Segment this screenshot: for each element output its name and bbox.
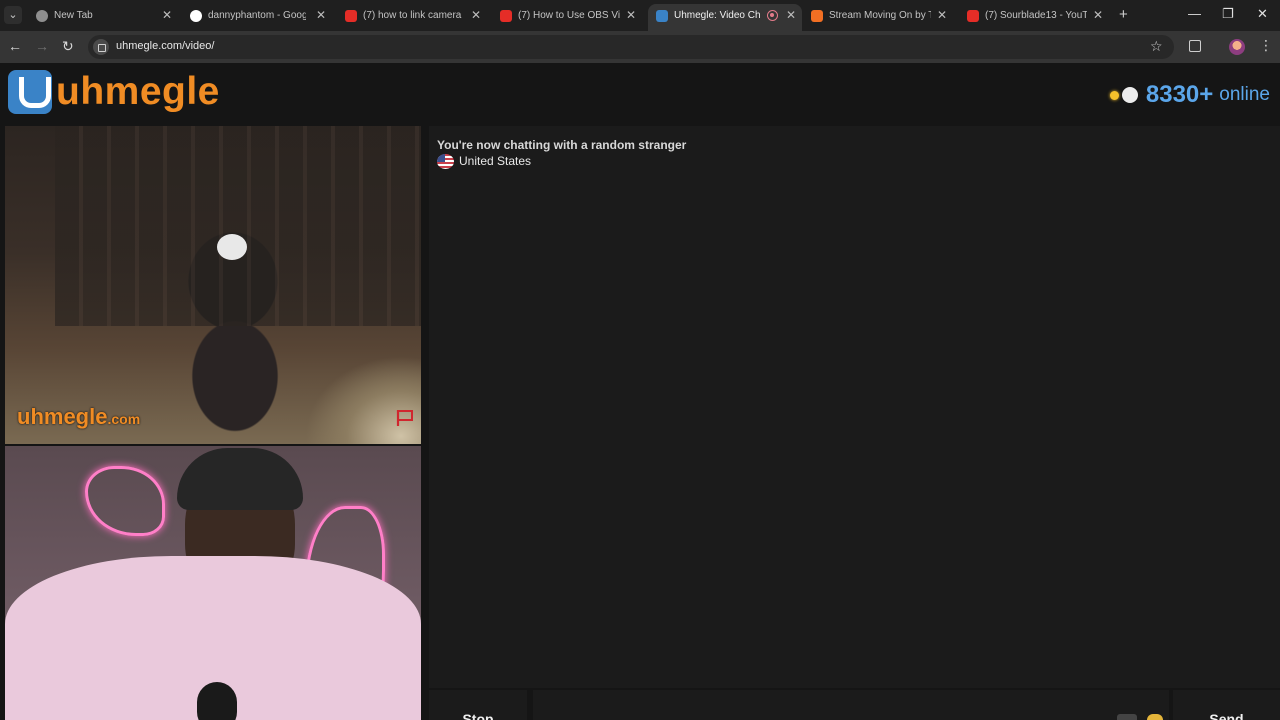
- recording-icon: [767, 10, 778, 21]
- youtube-icon: [500, 10, 512, 22]
- close-icon[interactable]: ✕: [786, 4, 796, 27]
- person-cap: [177, 448, 303, 510]
- youtube-icon: [345, 10, 357, 22]
- report-flag-icon[interactable]: [395, 409, 415, 427]
- profile-avatar[interactable]: [1229, 39, 1245, 55]
- tab-youtube-sourblade[interactable]: (7) Sourblade13 - YouTub ✕: [959, 4, 1109, 31]
- toggle-switch[interactable]: [1117, 714, 1137, 720]
- emoji-icon[interactable]: [1147, 714, 1163, 720]
- uhmegle-page: uhmegle 8330+ online uhmegle.com You're …: [0, 63, 1280, 720]
- google-icon: [190, 10, 202, 22]
- close-icon[interactable]: ✕: [471, 4, 481, 27]
- country-label: United States: [459, 154, 532, 168]
- tab-search-button[interactable]: ⌄: [4, 6, 22, 24]
- chat-log: You're now chatting with a random strang…: [429, 126, 1280, 688]
- neon-sign: [85, 466, 165, 536]
- bookmark-star-icon[interactable]: ☆: [1150, 38, 1163, 55]
- tab-youtube-obs[interactable]: (7) How to Use OBS Virtu ✕: [492, 4, 642, 31]
- chrome-icon: [36, 10, 48, 22]
- close-icon[interactable]: ✕: [162, 4, 172, 27]
- close-icon[interactable]: ✕: [626, 4, 636, 27]
- send-button[interactable]: Send: [1173, 690, 1280, 720]
- video-watermark: uhmegle.com: [17, 404, 141, 429]
- online-label: online: [1219, 84, 1270, 105]
- browser-toolbar: ← → ↻ uhmegle.com/video/ ☆ ⋮: [0, 31, 1280, 63]
- menu-kebab-icon[interactable]: ⋮: [1259, 37, 1273, 54]
- tab-google-search[interactable]: dannyphantom - Google ✕: [182, 4, 332, 31]
- new-tab-button[interactable]: +: [1119, 6, 1128, 23]
- self-video: [5, 446, 421, 720]
- close-icon[interactable]: ✕: [1093, 4, 1103, 27]
- message-input[interactable]: [533, 690, 1169, 720]
- tab-youtube-link-camera[interactable]: (7) how to link camera to ✕: [337, 4, 487, 31]
- address-bar[interactable]: uhmegle.com/video/: [88, 35, 1174, 59]
- forward-button[interactable]: →: [35, 38, 49, 54]
- hat-logo: [217, 234, 247, 260]
- site-info-icon[interactable]: [93, 39, 109, 55]
- chat-controls: Stop Send: [429, 690, 1280, 720]
- tab-uhmegle[interactable]: Uhmegle: Video Chat ✕: [648, 4, 802, 31]
- online-indicator: 8330+ online: [1109, 81, 1270, 109]
- logo-bubble-icon: [8, 70, 52, 114]
- stranger-country: United States: [437, 153, 531, 169]
- us-flag-icon: [437, 153, 454, 169]
- light-glow: [305, 356, 421, 444]
- minimize-button[interactable]: —: [1188, 6, 1201, 21]
- online-count: 8330+: [1145, 81, 1214, 108]
- browser-tab-strip: ⌄ New Tab ✕ dannyphantom - Google ✕ (7) …: [0, 0, 1280, 31]
- close-icon[interactable]: ✕: [937, 4, 947, 27]
- theme-toggle[interactable]: [1121, 87, 1138, 103]
- stop-button[interactable]: Stop: [429, 690, 527, 720]
- back-button[interactable]: ←: [8, 38, 22, 54]
- close-icon[interactable]: ✕: [316, 4, 326, 27]
- reload-button[interactable]: ↻: [62, 38, 74, 55]
- background-wall: [55, 126, 421, 326]
- uhmegle-icon: [656, 10, 668, 22]
- url-text: uhmegle.com/video/: [116, 40, 215, 52]
- extensions-icon[interactable]: [1189, 40, 1201, 52]
- close-window-button[interactable]: ✕: [1257, 6, 1268, 22]
- tab-new-tab[interactable]: New Tab ✕: [28, 4, 178, 31]
- sun-icon: [1109, 90, 1119, 100]
- maximize-button[interactable]: ❐: [1222, 6, 1234, 22]
- chat-status-message: You're now chatting with a random strang…: [437, 138, 687, 152]
- soundcloud-icon: [811, 10, 823, 22]
- youtube-icon: [967, 10, 979, 22]
- tab-soundcloud[interactable]: Stream Moving On by Ti ✕: [803, 4, 953, 31]
- stranger-video: uhmegle.com: [5, 126, 421, 444]
- microphone: [197, 682, 237, 720]
